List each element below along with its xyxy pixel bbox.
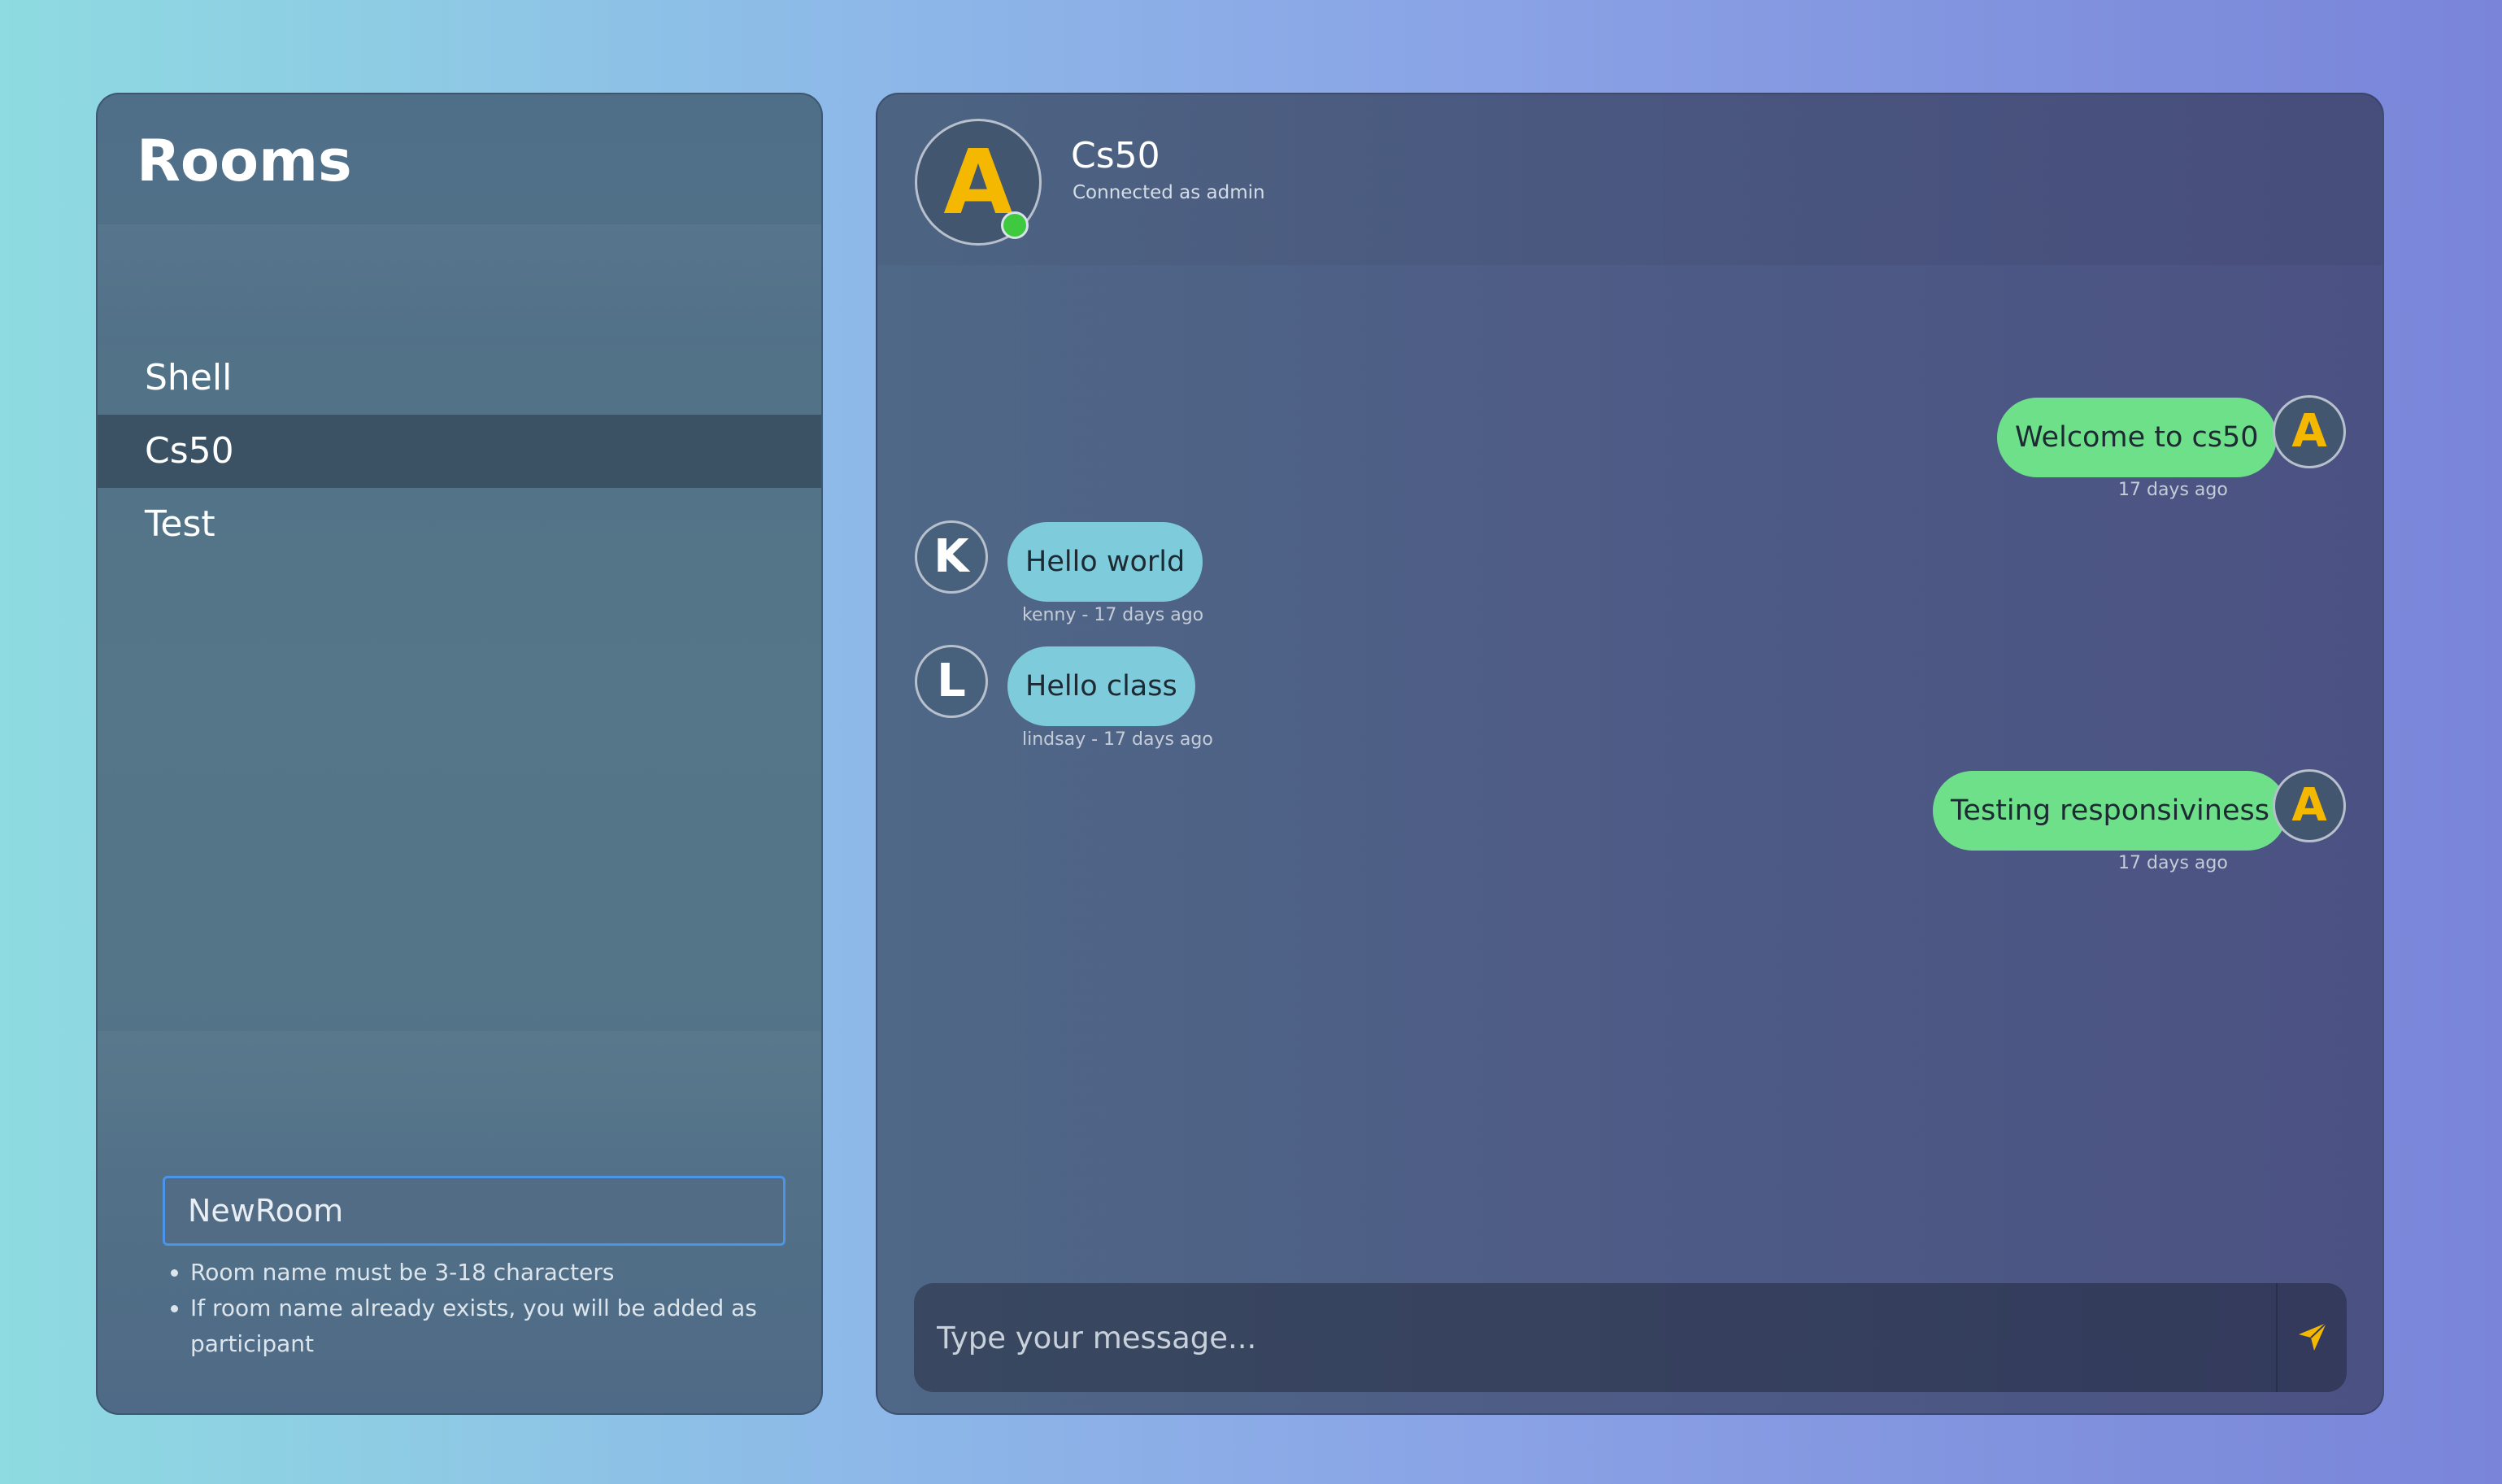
message-composer bbox=[914, 1283, 2347, 1392]
avatar: A bbox=[2273, 769, 2346, 842]
room-name-input[interactable] bbox=[163, 1176, 785, 1246]
room-title: Cs50 bbox=[1071, 135, 1160, 176]
message-row: Testing responsiviness A 17 days ago bbox=[877, 265, 2382, 873]
message-meta: lindsay - 17 days ago bbox=[1022, 729, 1213, 750]
hint-item: Room name must be 3-18 characters bbox=[190, 1255, 808, 1290]
rooms-panel: Rooms Shell Cs50 Test Room name must be … bbox=[96, 93, 823, 1415]
chat-panel: A Cs50 Connected as admin Welcome to cs5… bbox=[876, 93, 2384, 1415]
room-name-hints: Room name must be 3-18 characters If roo… bbox=[163, 1255, 808, 1362]
chat-header: A Cs50 Connected as admin bbox=[877, 94, 2382, 265]
send-icon bbox=[2296, 1321, 2329, 1356]
message-meta: 17 days ago bbox=[2118, 853, 2228, 873]
avatar: K bbox=[915, 520, 988, 594]
room-item-test[interactable]: Test bbox=[98, 488, 821, 561]
avatar: L bbox=[915, 645, 988, 718]
create-room-form: Room name must be 3-18 characters If roo… bbox=[98, 1031, 821, 1413]
room-item-cs50[interactable]: Cs50 bbox=[98, 415, 821, 488]
send-button[interactable] bbox=[2278, 1283, 2347, 1392]
connection-status: Connected as admin bbox=[1073, 182, 1265, 203]
online-status-indicator bbox=[1001, 211, 1029, 239]
message-input[interactable] bbox=[914, 1283, 2276, 1392]
room-list: Shell Cs50 Test bbox=[98, 342, 821, 561]
message-meta: kenny - 17 days ago bbox=[1022, 605, 1204, 625]
message-bubble: Hello class bbox=[1007, 646, 1195, 726]
message-bubble: Testing responsiviness bbox=[1933, 771, 2287, 851]
rooms-title: Rooms bbox=[137, 128, 352, 194]
hint-item: If room name already exists, you will be… bbox=[190, 1290, 808, 1362]
message-list: Welcome to cs50 A 17 days ago K Hello wo… bbox=[877, 265, 2382, 1355]
room-item-shell[interactable]: Shell bbox=[98, 342, 821, 415]
rooms-header-shade bbox=[98, 224, 821, 346]
message-meta: 17 days ago bbox=[2118, 480, 2228, 500]
message-bubble: Hello world bbox=[1007, 522, 1203, 602]
